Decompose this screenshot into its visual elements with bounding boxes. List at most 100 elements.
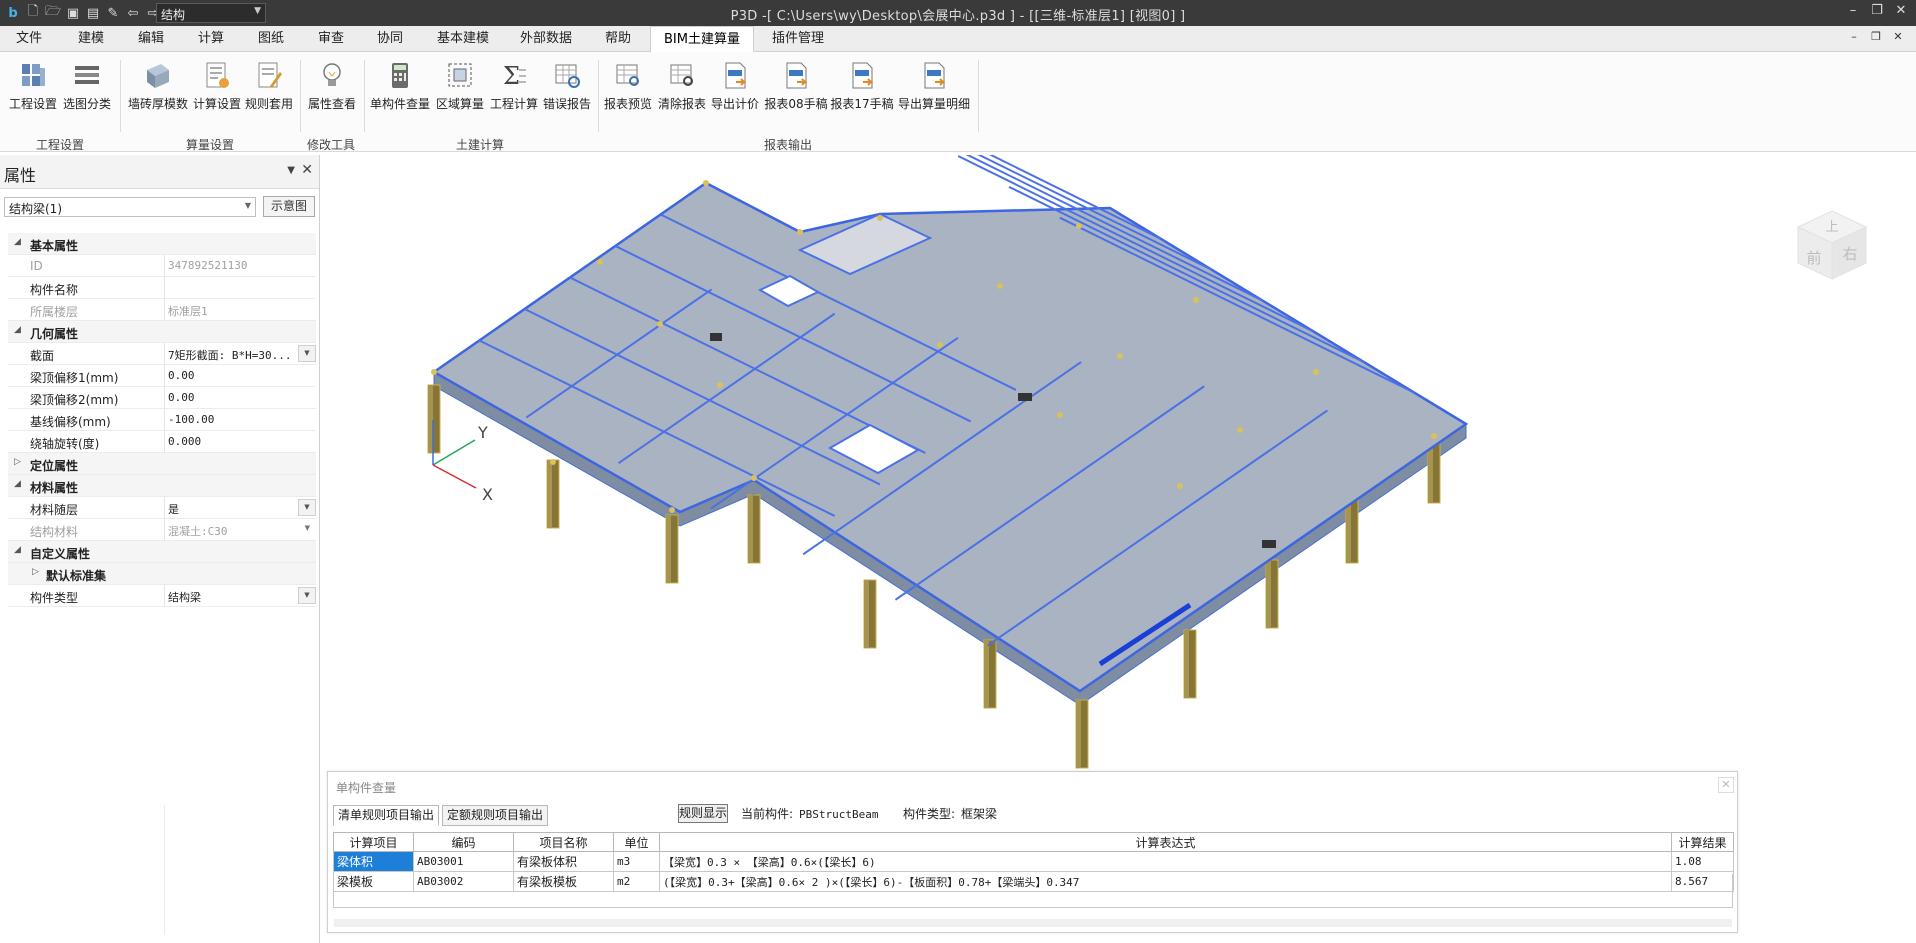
close-button[interactable]: ✕ xyxy=(1890,3,1912,23)
current-component: 当前构件: PBStructBeam xyxy=(741,805,879,822)
clear-report-icon xyxy=(670,64,693,86)
collapse-icon[interactable]: ◢ xyxy=(14,545,21,555)
property-category[interactable]: ◢ 材料属性 xyxy=(8,475,316,497)
cell-divider xyxy=(164,585,165,607)
expand-icon[interactable]: ▷ xyxy=(14,457,21,467)
property-row[interactable]: 基线偏移(mm) -100.00 xyxy=(8,409,316,431)
menu-bim-calc[interactable]: BIM土建算量 xyxy=(650,26,754,53)
table-row[interactable]: 梁体积 AB03001 有梁板体积 m3 【梁宽】0.3 × 【梁高】0.6×(… xyxy=(333,851,1734,872)
column-face xyxy=(547,460,552,528)
report-08-button[interactable]: 报表08手稿 xyxy=(764,60,828,120)
property-category[interactable]: ◢ 自定义属性 xyxy=(8,541,316,563)
property-row[interactable]: 构件类型 结构梁 ▼ xyxy=(8,585,316,607)
cell-unit[interactable]: m3 xyxy=(613,851,660,872)
property-category[interactable]: ◢ 基本属性 xyxy=(8,233,316,255)
group-separator xyxy=(978,60,979,132)
report-17-button[interactable]: 报表17手稿 xyxy=(830,60,894,120)
pin-icon[interactable]: ▼ xyxy=(287,165,295,176)
table-header-row: 计算项目 编码 项目名称 单位 计算表达式 计算结果 xyxy=(333,832,1734,852)
group-label-modify: 修改工具 xyxy=(307,138,356,152)
col-header-unit[interactable]: 单位 xyxy=(613,832,660,852)
property-row[interactable]: 截面 7矩形截面: B*H=30... ▼ xyxy=(8,343,316,365)
window-title: P3D -[ C:\Users\wy\Desktop\会展中心.p3d ] - … xyxy=(730,9,1186,24)
error-report-button[interactable]: 错误报告 xyxy=(542,60,592,120)
property-value[interactable]: 是 xyxy=(168,501,296,517)
property-category[interactable]: ▷ 默认标准集 xyxy=(8,563,316,585)
cell-item[interactable]: 梁体积 xyxy=(333,851,414,872)
expand-icon[interactable]: ▷ xyxy=(32,567,39,577)
col-header-code[interactable]: 编码 xyxy=(413,832,514,852)
property-value[interactable]: -100.00 xyxy=(168,413,296,426)
cell-result[interactable]: 1.08 xyxy=(1671,851,1734,872)
menu-collab[interactable]: 协同 xyxy=(367,26,413,52)
project-calc-button[interactable]: Σ 工程计算 xyxy=(488,60,540,120)
menu-help[interactable]: 帮助 xyxy=(598,26,638,52)
cell-expression[interactable]: 【梁宽】0.3 × 【梁高】0.6×(【梁长】6) xyxy=(659,851,1672,872)
export-detail-button[interactable]: 导出算量明细 xyxy=(896,60,972,120)
mdi-restore-button[interactable]: ❐ xyxy=(1868,30,1884,43)
menu-drawing[interactable]: 图纸 xyxy=(248,26,294,52)
dropdown-button[interactable]: ▼ xyxy=(298,345,316,362)
property-category[interactable]: ◢ 几何属性 xyxy=(8,321,316,343)
single-component-calc-button[interactable]: 单构件查量 xyxy=(368,60,432,120)
col-header-result[interactable]: 计算结果 xyxy=(1671,832,1734,852)
restore-button[interactable]: ❐ xyxy=(1866,3,1888,23)
calc-settings-button[interactable]: 计算设置 xyxy=(192,60,242,120)
cell-name[interactable]: 有梁板体积 xyxy=(513,851,614,872)
collapse-icon[interactable]: ◢ xyxy=(14,479,21,489)
rule-display-button[interactable]: 规则显示 xyxy=(678,804,728,823)
component-type-label: 构件类型: xyxy=(903,807,956,821)
property-row[interactable]: 梁顶偏移1(mm) 0.00 xyxy=(8,365,316,387)
property-value[interactable]: 0.00 xyxy=(168,369,296,382)
close-icon[interactable]: ✕ xyxy=(301,162,313,178)
menu-plugins[interactable]: 插件管理 xyxy=(766,26,830,52)
region-calc-button[interactable]: 区域算量 xyxy=(434,60,486,120)
property-row[interactable]: 材料随层 是 ▼ xyxy=(8,497,316,519)
property-value[interactable]: 0.000 xyxy=(168,435,296,448)
tab-quota-rules[interactable]: 定额规则项目输出 xyxy=(442,805,549,826)
component-select[interactable]: 结构梁(1) ▼ xyxy=(4,197,256,217)
clear-report-button[interactable]: 清除报表 xyxy=(656,60,708,120)
dropdown-button[interactable]: ▼ xyxy=(298,499,316,516)
collapse-icon[interactable]: ◢ xyxy=(14,237,21,247)
horizontal-scrollbar[interactable] xyxy=(334,919,1732,927)
property-row[interactable]: 构件名称 xyxy=(8,277,316,299)
report-preview-button[interactable]: 报表预览 xyxy=(602,60,654,120)
view-cube[interactable]: 上 前 右 xyxy=(1794,207,1870,283)
property-row[interactable]: 所属楼层 标准层1 xyxy=(8,299,316,321)
property-view-button[interactable]: 属性查看 xyxy=(306,60,358,120)
close-icon[interactable]: ✕ xyxy=(1718,777,1734,793)
error-report-icon xyxy=(555,64,580,88)
col-header-name[interactable]: 项目名称 xyxy=(513,832,614,852)
property-value[interactable]: 7矩形截面: B*H=30... xyxy=(168,347,296,363)
wall-brick-button[interactable]: 墙砖厚模数 xyxy=(126,60,190,120)
mdi-minimize-button[interactable]: – xyxy=(1846,30,1862,43)
diagram-button[interactable]: 示意图 xyxy=(263,196,315,217)
rule-apply-button[interactable]: 规则套用 xyxy=(244,60,294,120)
property-row[interactable]: 结构材料 混凝土:C30 ▼ xyxy=(8,519,316,541)
property-category[interactable]: ▷ 定位属性 xyxy=(8,453,316,475)
tab-bill-rules[interactable]: 清单规则项目输出 xyxy=(333,805,440,826)
menu-calc[interactable]: 计算 xyxy=(188,26,234,52)
property-row[interactable]: 绕轴旋转(度) 0.000 xyxy=(8,431,316,453)
menu-basic-model[interactable]: 基本建模 xyxy=(432,26,494,52)
menu-edit[interactable]: 编辑 xyxy=(128,26,174,52)
dropdown-button[interactable]: ▼ xyxy=(298,587,316,604)
col-header-item[interactable]: 计算项目 xyxy=(333,832,414,852)
property-row[interactable]: ID 347892521130 xyxy=(8,255,316,277)
mdi-close-button[interactable]: ✕ xyxy=(1890,30,1906,43)
menu-file[interactable]: 文件 xyxy=(6,26,52,52)
collapse-icon[interactable]: ◢ xyxy=(14,325,21,335)
menu-model[interactable]: 建模 xyxy=(68,26,114,52)
property-row[interactable]: 梁顶偏移2(mm) 0.00 xyxy=(8,387,316,409)
cell-code[interactable]: AB03001 xyxy=(413,851,514,872)
property-value[interactable]: 0.00 xyxy=(168,391,296,404)
col-header-expression[interactable]: 计算表达式 xyxy=(659,832,1672,852)
menu-review[interactable]: 审查 xyxy=(308,26,354,52)
project-settings-button[interactable]: 工程设置 xyxy=(8,60,58,120)
minimize-button[interactable]: – xyxy=(1842,3,1864,23)
layer-classify-button[interactable]: 选图分类 xyxy=(62,60,112,120)
menu-external-data[interactable]: 外部数据 xyxy=(512,26,580,52)
property-value[interactable]: 结构梁 xyxy=(168,589,296,605)
export-pricing-button[interactable]: 导出计价 xyxy=(710,60,760,120)
